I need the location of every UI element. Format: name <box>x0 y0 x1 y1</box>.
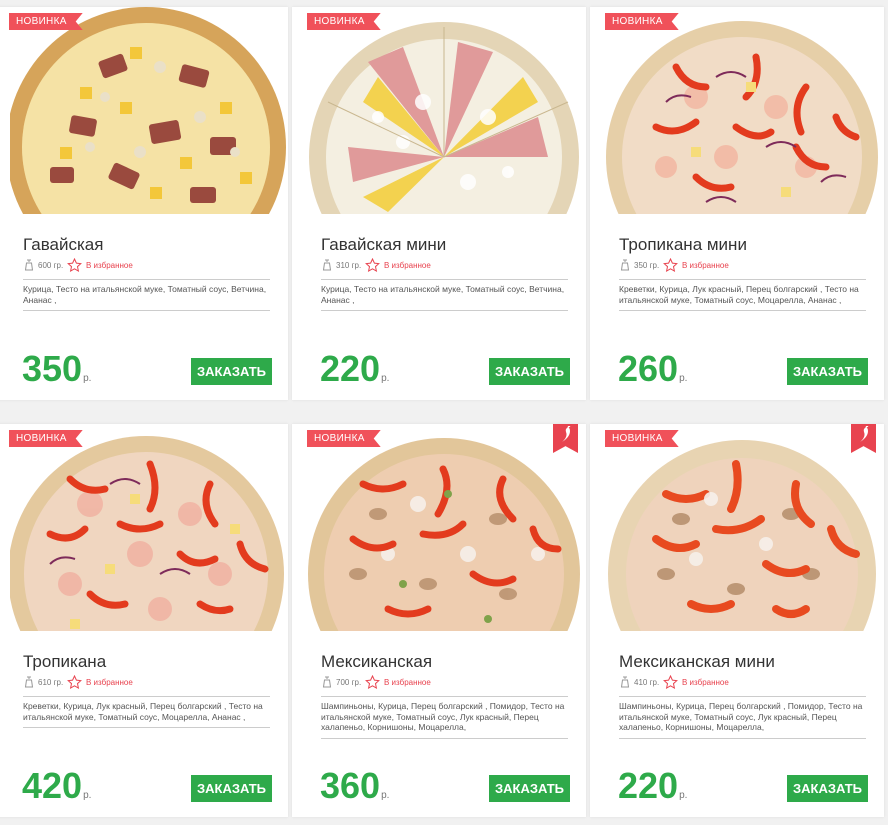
product-title[interactable]: Тропикана <box>23 652 106 672</box>
product-ingredients: Курица, Тесто на итальянской муке, Томат… <box>23 279 270 311</box>
pizza-image[interactable] <box>10 7 288 214</box>
order-button[interactable]: ЗАКАЗАТЬ <box>191 358 272 385</box>
product-weight: 600 гр. <box>38 261 64 270</box>
product-ingredients: Шампиньоны, Курица, Перец болгарский , П… <box>619 696 866 739</box>
price-value: 260 <box>618 348 679 389</box>
product-card: НОВИНКА Гавайская мини 310 гр. В избранн… <box>292 7 586 400</box>
pizza-image[interactable] <box>10 424 288 631</box>
order-button[interactable]: ЗАКАЗАТЬ <box>787 775 868 802</box>
new-badge: НОВИНКА <box>605 430 679 447</box>
product-weight: 310 гр. <box>336 261 362 270</box>
favorite-link[interactable]: В избранное <box>384 261 431 270</box>
star-icon[interactable] <box>663 258 678 273</box>
pizza-image[interactable] <box>308 7 586 214</box>
product-title[interactable]: Тропикана мини <box>619 235 747 255</box>
star-icon[interactable] <box>67 675 82 690</box>
favorite-link[interactable]: В избранное <box>86 261 133 270</box>
product-weight: 410 гр. <box>634 678 660 687</box>
product-card: НОВИНКА Гавайская 600 гр. В избранное Ку… <box>0 7 288 400</box>
product-weight: 610 гр. <box>38 678 64 687</box>
product-price: 350р. <box>22 350 91 398</box>
price-value: 420 <box>22 765 83 806</box>
star-icon[interactable] <box>663 675 678 690</box>
product-card: НОВИНКА Тропикана мини 350 гр. В избранн… <box>590 7 884 400</box>
favorite-link[interactable]: В избранное <box>682 678 729 687</box>
product-weight: 350 гр. <box>634 261 660 270</box>
product-price: 360р. <box>320 767 389 815</box>
product-ingredients: Креветки, Курица, Лук красный, Перец бол… <box>619 279 866 311</box>
currency: р. <box>679 790 688 801</box>
star-icon[interactable] <box>67 258 82 273</box>
product-title[interactable]: Мексиканская <box>321 652 432 672</box>
product-ingredients: Курица, Тесто на итальянской муке, Томат… <box>321 279 568 311</box>
new-badge: НОВИНКА <box>307 430 381 447</box>
new-badge: НОВИНКА <box>9 13 83 30</box>
product-price: 260р. <box>618 350 687 398</box>
new-badge: НОВИНКА <box>9 430 83 447</box>
product-price: 220р. <box>618 767 687 815</box>
price-value: 360 <box>320 765 381 806</box>
chili-pepper-icon <box>860 426 869 442</box>
currency: р. <box>381 373 390 384</box>
currency: р. <box>83 790 92 801</box>
product-card: НОВИНКА Мексиканская 700 гр. В избранное… <box>292 424 586 817</box>
order-button[interactable]: ЗАКАЗАТЬ <box>787 358 868 385</box>
product-title[interactable]: Мексиканская мини <box>619 652 775 672</box>
product-ingredients: Шампиньоны, Курица, Перец болгарский , П… <box>321 696 568 739</box>
new-badge: НОВИНКА <box>307 13 381 30</box>
favorite-link[interactable]: В избранное <box>384 678 431 687</box>
product-price: 220р. <box>320 350 389 398</box>
weight-icon <box>24 259 34 271</box>
weight-icon <box>620 259 630 271</box>
star-icon[interactable] <box>365 258 380 273</box>
weight-icon <box>24 676 34 688</box>
weight-icon <box>620 676 630 688</box>
product-weight: 700 гр. <box>336 678 362 687</box>
currency: р. <box>83 373 92 384</box>
product-ingredients: Креветки, Курица, Лук красный, Перец бол… <box>23 696 270 728</box>
price-value: 220 <box>320 348 381 389</box>
product-price: 420р. <box>22 767 91 815</box>
product-title[interactable]: Гавайская мини <box>321 235 446 255</box>
price-value: 350 <box>22 348 83 389</box>
order-button[interactable]: ЗАКАЗАТЬ <box>489 358 570 385</box>
star-icon[interactable] <box>365 675 380 690</box>
order-button[interactable]: ЗАКАЗАТЬ <box>489 775 570 802</box>
price-value: 220 <box>618 765 679 806</box>
product-card: НОВИНКА Тропикана 610 гр. В избранное Кр… <box>0 424 288 817</box>
product-card: НОВИНКА Мексиканская мини 410 гр. В избр… <box>590 424 884 817</box>
weight-icon <box>322 676 332 688</box>
new-badge: НОВИНКА <box>605 13 679 30</box>
chili-pepper-icon <box>562 426 571 442</box>
pizza-image[interactable] <box>606 7 884 214</box>
currency: р. <box>679 373 688 384</box>
weight-icon <box>322 259 332 271</box>
favorite-link[interactable]: В избранное <box>86 678 133 687</box>
order-button[interactable]: ЗАКАЗАТЬ <box>191 775 272 802</box>
product-title[interactable]: Гавайская <box>23 235 103 255</box>
pizza-image[interactable] <box>606 424 884 631</box>
favorite-link[interactable]: В избранное <box>682 261 729 270</box>
currency: р. <box>381 790 390 801</box>
pizza-image[interactable] <box>308 424 586 631</box>
